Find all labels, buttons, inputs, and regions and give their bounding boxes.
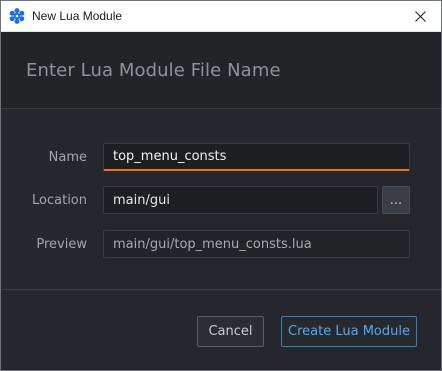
browse-location-button[interactable]: ... xyxy=(382,186,410,214)
cancel-button[interactable]: Cancel xyxy=(197,316,264,347)
preview-label: Preview xyxy=(36,237,87,252)
dialog-footer: Cancel Create Lua Module xyxy=(1,289,441,370)
file-name-form: Name top_menu_consts Location main/gui .… xyxy=(1,109,441,289)
location-label: Location xyxy=(32,193,87,208)
preview-field: main/gui/top_menu_consts.lua xyxy=(103,230,410,258)
dialog-heading: Enter Lua Module File Name xyxy=(26,60,281,81)
dialog-window: New Lua Module Enter Lua Module File Nam… xyxy=(0,0,442,371)
window-title: New Lua Module xyxy=(32,9,123,23)
name-input[interactable]: top_menu_consts xyxy=(103,143,410,171)
close-button[interactable] xyxy=(405,1,435,31)
defold-logo-icon xyxy=(9,8,25,24)
dialog-header: Enter Lua Module File Name xyxy=(1,32,441,109)
title-bar: New Lua Module xyxy=(1,1,441,32)
location-input[interactable]: main/gui xyxy=(103,186,378,214)
create-lua-module-button[interactable]: Create Lua Module xyxy=(281,316,417,347)
close-icon xyxy=(414,10,426,22)
name-label: Name xyxy=(48,150,87,165)
